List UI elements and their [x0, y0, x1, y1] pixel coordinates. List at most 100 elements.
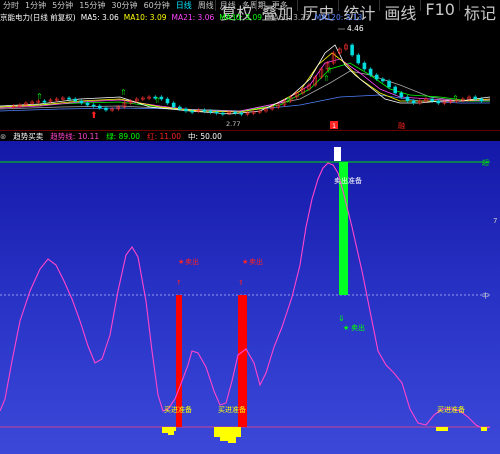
candles [11, 43, 484, 117]
ma-label-5: MA120: 3.13 [314, 12, 363, 22]
tab-7[interactable]: 周线 [195, 0, 217, 11]
green-value: 绿: 89.00 [106, 131, 141, 141]
candle [387, 80, 391, 88]
close-indicator-icon[interactable]: ⊗ [0, 132, 6, 141]
tab-3[interactable]: 15分钟 [76, 0, 108, 11]
toolbar-button-3[interactable]: 统计 [338, 0, 379, 23]
badge-rong: 融 [398, 121, 405, 130]
tab-1[interactable]: 1分钟 [22, 0, 49, 11]
buy-prep-label-1: 买进准备 [164, 405, 192, 414]
candle [85, 102, 90, 106]
ma-legend: 京能电力(日线 前复权) MA5: 3.06 MA10: 3.09 MA21: 3.… [0, 11, 500, 23]
candle [473, 96, 477, 100]
svg-text:⇑: ⇑ [154, 96, 161, 105]
candle [436, 100, 441, 104]
toolbar-button-5[interactable]: F10 [420, 0, 459, 19]
toolbar-button-2[interactable]: 历史 [297, 0, 338, 23]
ma-label-1: MA10: 3.09 [123, 12, 167, 22]
short-sell-label-2: 卖出 [249, 257, 263, 266]
right-label-mid: 中 [482, 291, 489, 300]
candle [350, 44, 354, 56]
toolbar-button-6[interactable]: 标记 [458, 0, 500, 23]
sell-label: 卖出 [351, 323, 365, 332]
candle [178, 106, 182, 110]
toolbar-button-0[interactable]: 复权 [215, 0, 256, 23]
candle [214, 111, 219, 114]
tab-5[interactable]: 60分钟 [141, 0, 173, 11]
toolbar-button-1[interactable]: 叠加 [256, 0, 297, 23]
candle [393, 86, 397, 94]
candle [239, 112, 244, 115]
ma-label-3: MA30: 3.09 [219, 12, 263, 22]
sell-prep-label: 卖出准备 [334, 176, 362, 185]
ma60-line [0, 70, 490, 112]
candle [171, 102, 176, 108]
tab-2[interactable]: 5分钟 [49, 0, 76, 11]
candle [104, 107, 108, 111]
stock-title: 京能电力(日线 前复权) [0, 12, 76, 22]
buy-prep-label-2: 买进准备 [218, 405, 246, 414]
candle [233, 111, 237, 114]
right-label-top: 超 [482, 158, 489, 167]
candle [411, 100, 416, 104]
trend-line-value: 趋势线: 10.11 [50, 131, 100, 141]
candle [356, 54, 361, 64]
badge-1: 1 [332, 122, 336, 130]
candle [362, 62, 367, 70]
candle [73, 98, 77, 102]
short-sell-star-2: ★ [242, 258, 248, 266]
indicator-background [0, 141, 500, 454]
candle [399, 92, 404, 98]
candle [381, 78, 385, 82]
sell-down-arrow-icon: ⇓ [338, 314, 345, 323]
tab-4[interactable]: 30分钟 [108, 0, 140, 11]
short-sell-star-1: ★ [178, 258, 184, 266]
ma-items: MA5: 3.06 MA10: 3.09 MA21: 3.06 MA30: 3.09 M… [81, 13, 368, 22]
candle [208, 110, 213, 113]
tab-6[interactable]: 日线 [173, 0, 195, 11]
candlestick-panel[interactable]: 4.46 2.77 ⇑ ⇑ ⇑ ⇑ ⇑ ⇑ ⇑ ⬆ 1 融 [0, 23, 500, 130]
svg-text:⇑: ⇑ [36, 92, 43, 101]
red-arrow-icon-2: ⇑ [238, 279, 244, 287]
tab-0[interactable]: 分时 [0, 0, 22, 11]
candle [374, 74, 379, 80]
indicator-name: 趋势买卖 [13, 131, 44, 141]
ma-label-4: MA60: 3.23 [267, 12, 310, 22]
indicator-panel[interactable]: 超 中 7 卖出准备 ⇓ ★ 卖出 ★ 卖出 ★ 卖出 ↑ ⇑ 买进准备 买进准… [0, 141, 500, 454]
svg-text:⇑: ⇑ [285, 96, 292, 105]
red-arrow-icon-1: ↑ [176, 279, 182, 287]
price-low-label: 2.77 [226, 120, 240, 128]
sell-star-label: ★ [343, 324, 349, 332]
candle [165, 98, 170, 104]
candle [405, 96, 410, 102]
toolbar-button-4[interactable]: 画线 [379, 0, 420, 23]
toolbar-right: 复权 叠加 历史 统计 画线 F10 标记 [215, 0, 500, 23]
candle [202, 109, 207, 112]
svg-text:⇑: ⇑ [323, 74, 330, 83]
svg-text:⇑: ⇑ [452, 94, 459, 103]
buy-prep-label-3: 买进准备 [437, 405, 465, 414]
price-high-label: 4.46 [347, 24, 364, 33]
short-sell-label-1: 卖出 [185, 257, 199, 266]
candle [91, 104, 96, 107]
candle [368, 68, 373, 76]
candle [184, 108, 188, 112]
candle [67, 97, 71, 100]
candle [98, 105, 102, 109]
candle [221, 112, 225, 115]
sell-white-top [334, 147, 341, 161]
right-label-7: 7 [493, 217, 497, 225]
indicator-header: ⊗ 趋势买卖 趋势线: 10.11 绿: 89.00 红: 11.00 中: 5… [0, 131, 500, 141]
red-value: 红: 11.00 [147, 131, 181, 141]
candle [479, 98, 484, 102]
ma-label-2: MA21: 3.06 [171, 12, 215, 22]
candle [42, 100, 47, 103]
candle [79, 100, 84, 104]
red-up-arrow-icon: ⬆ [90, 111, 98, 121]
ma-label-0: MA5: 3.06 [80, 12, 119, 22]
svg-text:⇑: ⇑ [120, 88, 127, 97]
candle [430, 98, 434, 102]
candle [190, 110, 194, 113]
ma30-line [0, 62, 490, 112]
mid-value: 中: 50.00 [187, 131, 222, 141]
